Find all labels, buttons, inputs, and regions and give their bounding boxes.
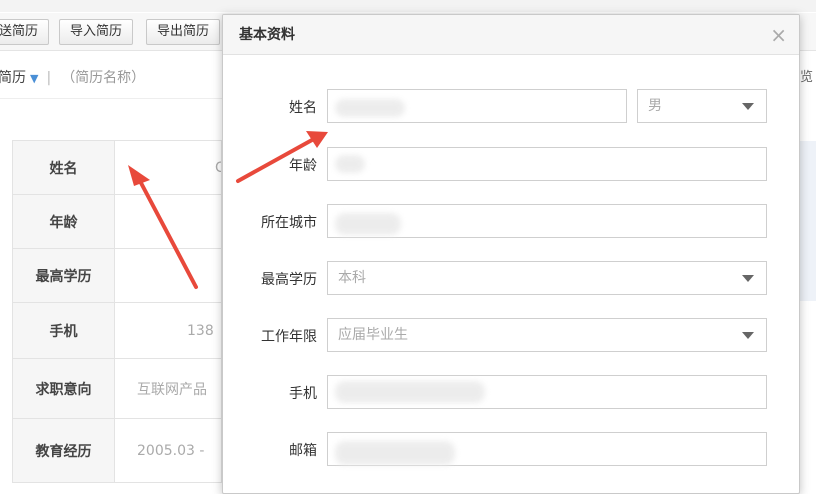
table-label: 手机 bbox=[12, 302, 115, 359]
table-label: 最高学历 bbox=[12, 248, 115, 303]
email-label: 邮箱 bbox=[289, 443, 317, 459]
profile-table: 姓名 C 年龄 最高学历 手机 138 求职意向 互联网产品 教育经历 2005… bbox=[12, 140, 222, 483]
table-label: 教育经历 bbox=[12, 418, 115, 483]
dialog-title: 基本资料 bbox=[239, 27, 295, 43]
experience-select[interactable]: 应届毕业生 bbox=[327, 318, 767, 352]
table-value bbox=[114, 248, 222, 303]
send-resume-button[interactable]: 送简历 bbox=[0, 19, 50, 45]
breadcrumb-current[interactable]: 简历 bbox=[0, 70, 26, 86]
preview-link[interactable]: 览 bbox=[800, 66, 813, 85]
table-value: 2005.03 - bbox=[114, 418, 222, 483]
table-label: 年龄 bbox=[12, 194, 115, 249]
preview-panel bbox=[800, 141, 816, 301]
table-row: 年龄 bbox=[12, 194, 222, 249]
table-label: 求职意向 bbox=[12, 358, 115, 419]
breadcrumb-separator: | bbox=[46, 70, 52, 86]
table-value: 138 bbox=[114, 302, 222, 359]
close-icon[interactable]: × bbox=[770, 15, 787, 55]
age-label: 年龄 bbox=[289, 158, 317, 174]
redacted-value bbox=[335, 213, 401, 235]
basic-info-dialog: 基本资料 × 姓名 男 年龄 所在城市 最高学历 本科 工作年限 应届毕业生 手… bbox=[222, 14, 800, 494]
table-label: 姓名 bbox=[12, 140, 115, 195]
table-row: 手机 138 bbox=[12, 302, 222, 359]
dropdown-caret-icon bbox=[742, 275, 754, 282]
breadcrumb: 简历 ▼ | （简历名称） bbox=[0, 58, 145, 98]
education-select[interactable]: 本科 bbox=[327, 261, 767, 295]
top-strip bbox=[0, 0, 816, 12]
table-value: C bbox=[114, 140, 222, 195]
redacted-value bbox=[335, 99, 405, 117]
table-value bbox=[114, 194, 222, 249]
redacted-value bbox=[335, 155, 365, 173]
education-value: 本科 bbox=[338, 270, 366, 286]
table-row: 最高学历 bbox=[12, 248, 222, 303]
experience-label: 工作年限 bbox=[261, 329, 317, 345]
resume-name-label: （简历名称） bbox=[61, 70, 146, 86]
education-label: 最高学历 bbox=[261, 272, 317, 288]
table-value: 互联网产品 bbox=[114, 358, 222, 419]
dropdown-caret-icon bbox=[742, 332, 754, 339]
redacted-value bbox=[335, 381, 485, 403]
experience-value: 应届毕业生 bbox=[338, 327, 408, 343]
gender-value: 男 bbox=[648, 98, 662, 114]
city-label: 所在城市 bbox=[261, 215, 317, 231]
age-input[interactable] bbox=[327, 147, 767, 181]
redacted-value bbox=[335, 441, 455, 465]
divider bbox=[0, 98, 222, 99]
dropdown-caret-icon bbox=[742, 103, 754, 110]
dialog-header: 基本资料 × bbox=[223, 15, 799, 55]
import-resume-button[interactable]: 导入简历 bbox=[59, 19, 134, 45]
gender-select[interactable]: 男 bbox=[637, 89, 767, 123]
table-row: 姓名 C bbox=[12, 140, 222, 195]
table-row: 求职意向 互联网产品 bbox=[12, 358, 222, 419]
export-resume-button[interactable]: 导出简历 bbox=[146, 19, 221, 45]
chevron-down-icon[interactable]: ▼ bbox=[30, 72, 38, 85]
name-label: 姓名 bbox=[289, 100, 317, 116]
table-row: 教育经历 2005.03 - bbox=[12, 418, 222, 483]
phone-label: 手机 bbox=[289, 386, 317, 402]
